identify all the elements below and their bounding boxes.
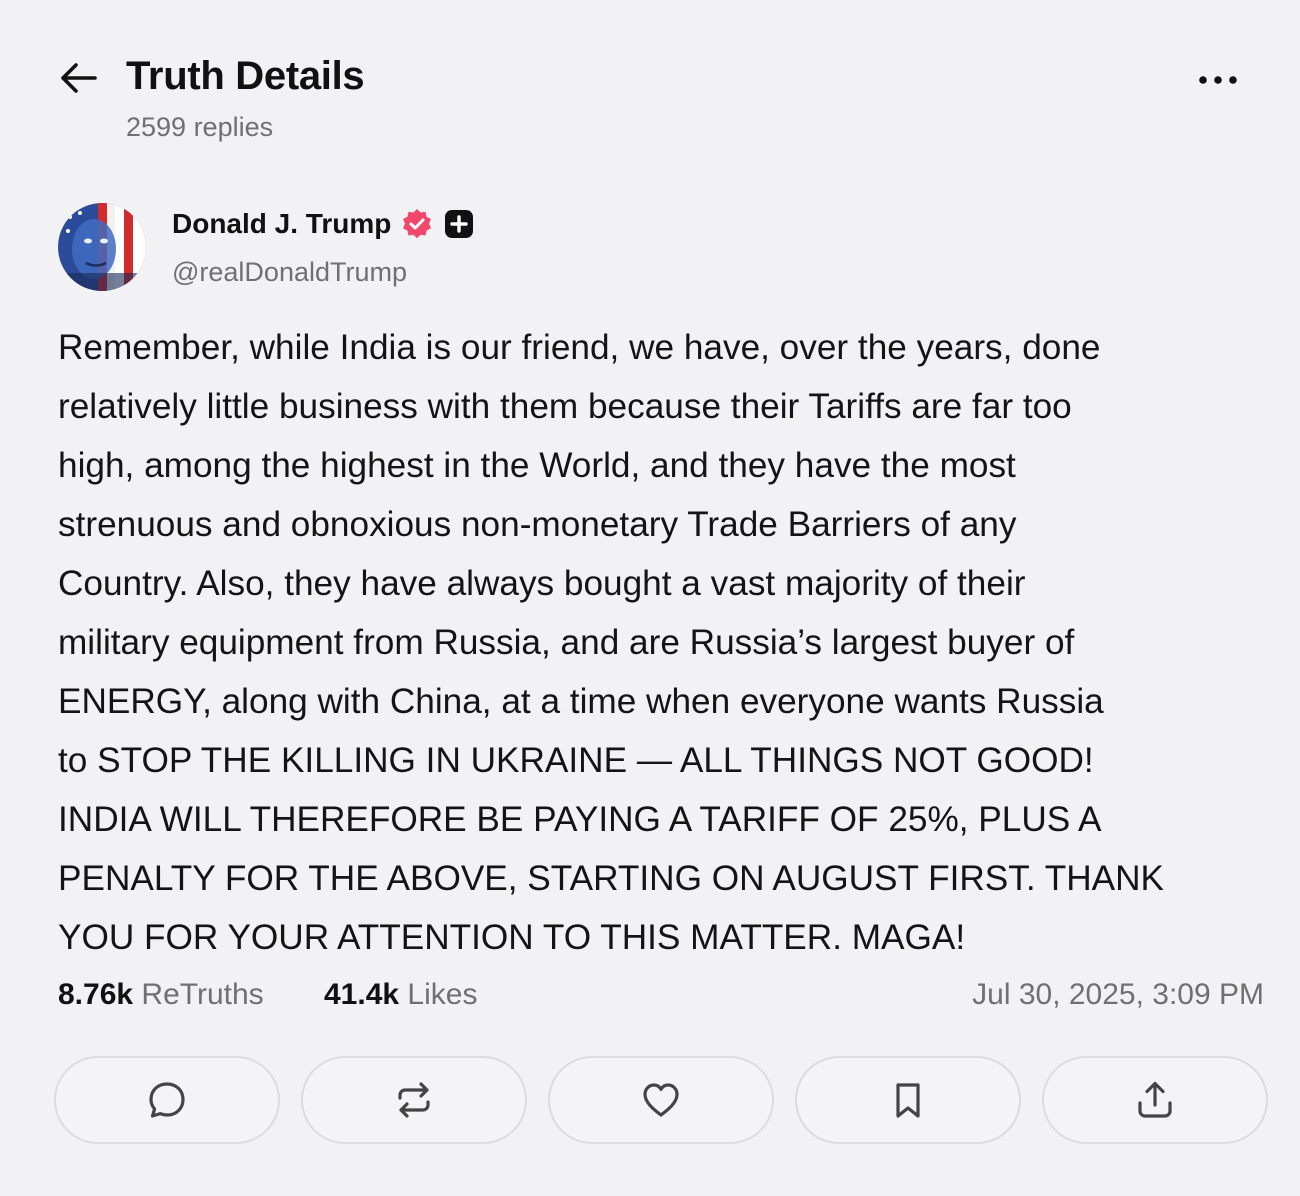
retruth-icon	[392, 1078, 436, 1122]
avatar[interactable]	[58, 203, 146, 291]
plus-badge-icon	[443, 208, 475, 240]
retruths-count: 8.76k	[58, 978, 134, 1011]
action-bar	[54, 1056, 1268, 1146]
like-button[interactable]	[548, 1056, 774, 1144]
post-author: Donald J. Trump @realDonaldTrump	[58, 203, 1242, 293]
heart-icon	[639, 1078, 683, 1122]
author-name-row: Donald J. Trump	[172, 208, 475, 240]
share-icon	[1133, 1078, 1177, 1122]
share-button[interactable]	[1042, 1056, 1268, 1144]
post-stats: 8.76k ReTruths 41.4k Likes Jul 30, 2025,…	[58, 978, 1264, 1022]
page-header: Truth Details 2599 replies	[58, 50, 1242, 150]
arrow-left-icon	[58, 61, 98, 95]
replies-count: 2599 replies	[126, 112, 274, 142]
author-name[interactable]: Donald J. Trump	[172, 208, 391, 240]
verified-badge-icon	[401, 208, 433, 240]
likes-label: Likes	[407, 978, 478, 1011]
likes-count: 41.4k	[324, 978, 400, 1011]
bookmark-button[interactable]	[795, 1056, 1021, 1144]
more-dots-icon	[1198, 75, 1238, 85]
author-handle[interactable]: @realDonaldTrump	[172, 257, 407, 288]
reply-icon	[145, 1078, 189, 1122]
reply-button[interactable]	[54, 1056, 280, 1144]
retruths-stat[interactable]: 8.76k ReTruths	[58, 978, 264, 1012]
retruth-button[interactable]	[301, 1056, 527, 1144]
likes-stat[interactable]: 41.4k Likes	[324, 978, 477, 1012]
post-text: Remember, while India is our friend, we …	[58, 328, 1165, 957]
post-timestamp: Jul 30, 2025, 3:09 PM	[972, 978, 1264, 1011]
bookmark-icon	[886, 1078, 930, 1122]
retruths-label: ReTruths	[141, 978, 264, 1011]
more-options-button[interactable]	[1194, 62, 1242, 98]
back-button[interactable]	[58, 58, 106, 98]
page-title: Truth Details	[126, 54, 365, 98]
